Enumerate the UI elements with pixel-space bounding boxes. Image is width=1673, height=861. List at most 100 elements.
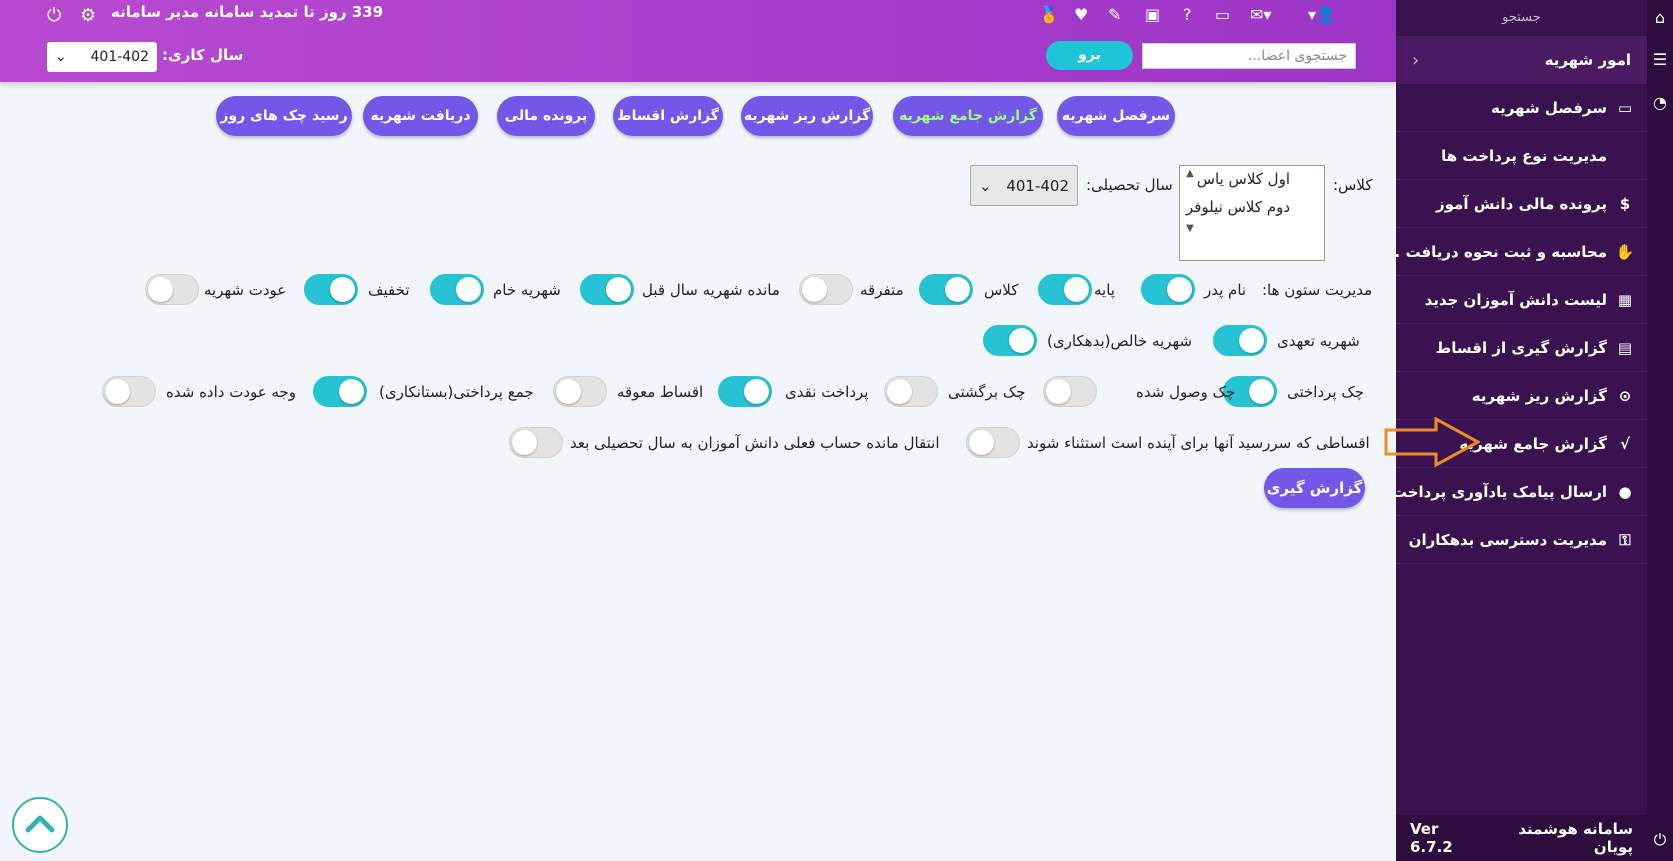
toggle-bounced-check[interactable] <box>884 376 938 407</box>
sidebar-item-label: پرونده مالی دانش آموز <box>1436 194 1607 213</box>
scrollbar[interactable]: ▲ ▼ <box>1182 168 1198 258</box>
btn-receive-fee[interactable]: دریافت شهریه <box>363 96 478 136</box>
toggle-cash-payment[interactable] <box>718 376 772 407</box>
toggle-overdue[interactable] <box>553 376 607 407</box>
toggle-class[interactable] <box>919 274 973 305</box>
scroll-to-top-button[interactable] <box>12 797 68 853</box>
envelope-icon[interactable]: ✉▾ <box>1250 5 1271 24</box>
member-search-input[interactable]: جستجوی اعضا... <box>1142 43 1356 69</box>
user-gear-icon[interactable]: ▾👤 <box>1308 5 1336 24</box>
home-icon[interactable]: ⌂ <box>1650 8 1670 28</box>
toggle-prev-balance[interactable] <box>580 274 634 305</box>
btn-fee-headings[interactable]: سرفصل شهریه <box>1057 96 1175 136</box>
toggle-refunded-amount[interactable] <box>102 376 156 407</box>
app-name: سامانه هوشمند پویان <box>1518 820 1633 856</box>
help-icon[interactable]: ? <box>1183 5 1192 24</box>
toggle-label: نام پدر <box>1204 281 1247 299</box>
version-label: Ver 6.7.2 <box>1410 820 1453 856</box>
academic-year-select[interactable]: ⌄ 401-402 <box>970 165 1078 206</box>
sms-icon: ● <box>1618 482 1632 501</box>
toggle-label: انتقال مانده حساب فعلی دانش آموزان به سا… <box>570 434 940 452</box>
section-title: امور شهریه <box>1544 51 1631 69</box>
class-option[interactable]: اول کلاس یاس <box>1180 166 1324 194</box>
toggle-label: وجه عودت داده شده <box>166 383 297 401</box>
toggle-raw-fee[interactable] <box>430 274 484 305</box>
dashboard-icon[interactable]: ◔ <box>1650 93 1670 113</box>
class-option[interactable]: دوم کلاس نیلوفر <box>1180 194 1324 222</box>
toggle-label: کلاس <box>984 281 1019 299</box>
sidebar-item-installments-report[interactable]: ▤ گزارش گیری از اقساط <box>1396 324 1647 372</box>
btn-finance-file[interactable]: پرونده مالی <box>497 96 595 136</box>
sidebar-item-student-finance[interactable]: $ پرونده مالی دانش آموز <box>1396 180 1647 228</box>
square-root-icon: √ <box>1619 434 1630 453</box>
sidebar-item-new-students[interactable]: ▦ لیست دانش آموزان جدید <box>1396 276 1647 324</box>
sidebar-search[interactable]: جستجو <box>1396 0 1647 36</box>
id-card-icon: ▭ <box>1617 98 1633 117</box>
toggle-label: پرداخت نقدی <box>785 383 869 401</box>
toggle-cashed-check[interactable] <box>1043 376 1097 407</box>
toggle-carry-balance[interactable] <box>509 427 563 458</box>
toggle-label: چک پرداختی <box>1287 383 1365 401</box>
class-multiselect[interactable]: ▲ ▼ اول کلاس یاس دوم کلاس نیلوفر <box>1179 165 1325 261</box>
go-button[interactable]: برو <box>1046 41 1133 70</box>
power-icon[interactable]: ⏻ <box>1650 830 1670 850</box>
menu-icon[interactable]: ☰ <box>1650 50 1670 70</box>
btn-detail-report[interactable]: گزارش ریز شهریه <box>741 96 873 136</box>
toggle-committed-fee[interactable] <box>1213 325 1267 356</box>
sidebar-item-label: سرفصل شهریه <box>1490 98 1607 117</box>
sidebar-item-label: لیست دانش آموزان جدید <box>1424 290 1607 309</box>
btn-full-report[interactable]: گزارش جامع شهریه <box>893 96 1043 136</box>
sidebar-item-debtor-access[interactable]: ⚿ مدیریت دسترسی بدهکاران <box>1396 516 1647 564</box>
sidebar-item-label: مدیریت دسترسی بدهکاران <box>1408 530 1607 549</box>
btn-daily-checks[interactable]: رسید چک های روز <box>216 96 352 136</box>
toggle-grade[interactable] <box>1038 274 1092 305</box>
power-icon[interactable]: ⏻ <box>47 5 61 26</box>
toggle-label: چک برگشتی <box>948 383 1026 401</box>
toggle-label: عودت شهریه <box>204 281 287 299</box>
academic-year-label: سال تحصیلی: <box>1086 176 1173 194</box>
top-header: ⏻ ⚙ 339 روز تا تمدید سامانه مدیر سامانه … <box>0 0 1396 82</box>
edit-icon[interactable]: ✎ <box>1108 5 1121 24</box>
work-year-label: سال کاری: <box>162 46 244 64</box>
btn-installments-report[interactable]: گزارش اقساط <box>613 96 723 136</box>
work-year-value: 401-402 <box>90 49 150 65</box>
sidebar-item-sms-reminder[interactable]: ● ارسال پیامک یادآوری پرداخت <box>1396 468 1647 516</box>
sidebar-item-label: گزارش ریز شهریه <box>1471 386 1607 405</box>
sidebar-item-payment-types[interactable]: مدیریت نوع پرداخت ها <box>1396 132 1647 180</box>
toggle-total-paid[interactable] <box>313 376 367 407</box>
class-label: کلاس: <box>1333 176 1373 194</box>
toggle-label: شهریه خام <box>493 281 561 299</box>
gear-icon[interactable]: ⚙ <box>80 5 96 26</box>
medal-icon[interactable]: 🏅 <box>1039 5 1059 24</box>
heartbeat-icon[interactable]: ♥ <box>1074 5 1088 24</box>
generate-report-button[interactable]: گزارش گیری <box>1264 468 1365 508</box>
toggle-exclude-future[interactable] <box>966 427 1020 458</box>
sidebar-item-detail-report[interactable]: ⊙ گزارش ریز شهریه <box>1396 372 1647 420</box>
folder-icon[interactable]: ▭ <box>1215 5 1230 24</box>
toggle-label: چک وصول شده <box>1136 383 1236 401</box>
arrow-right-icon <box>1384 417 1480 467</box>
renewal-notice: 339 روز تا تمدید سامانه مدیر سامانه <box>111 3 384 21</box>
sidebar-item-label: گزارش گیری از اقساط <box>1435 338 1607 357</box>
sidebar-item-label: گزارش جامع شهریه <box>1459 434 1607 453</box>
sidebar-item-calc-payment[interactable]: ✋ محاسبه و ثبت نحوه دریافت ... <box>1396 228 1647 276</box>
ticket-icon[interactable]: ▣ <box>1145 5 1160 24</box>
toggle-label: شهریه خالص(بدهکاری) <box>1047 332 1193 350</box>
table-icon: ▦ <box>1617 290 1633 309</box>
toggle-father-name[interactable] <box>1141 274 1195 305</box>
columns-label: مدیریت ستون ها: <box>1262 281 1373 299</box>
toggle-misc[interactable] <box>799 274 853 305</box>
toggle-fee-refund[interactable] <box>145 274 199 305</box>
toggle-label: شهریه تعهدی <box>1277 332 1360 350</box>
work-year-select[interactable]: ⌄ 401-402 <box>47 42 157 72</box>
sidebar-section-header[interactable]: امور شهریه ‹ <box>1396 36 1647 84</box>
chevron-left-icon: ‹ <box>1412 49 1420 71</box>
toggle-net-fee[interactable] <box>983 325 1037 356</box>
hand-money-icon: ✋ <box>1615 242 1635 261</box>
chevron-down-icon: ⌄ <box>55 49 67 65</box>
toggle-label: اقساطی که سررسید آنها برای آینده است است… <box>1027 434 1370 452</box>
sidebar-item-fee-headings[interactable]: ▭ سرفصل شهریه <box>1396 84 1647 132</box>
toggle-label: اقساط معوقه <box>617 383 704 401</box>
toggle-discount[interactable] <box>304 274 358 305</box>
toggle-label: جمع پرداختی(بستانکاری) <box>379 383 534 401</box>
